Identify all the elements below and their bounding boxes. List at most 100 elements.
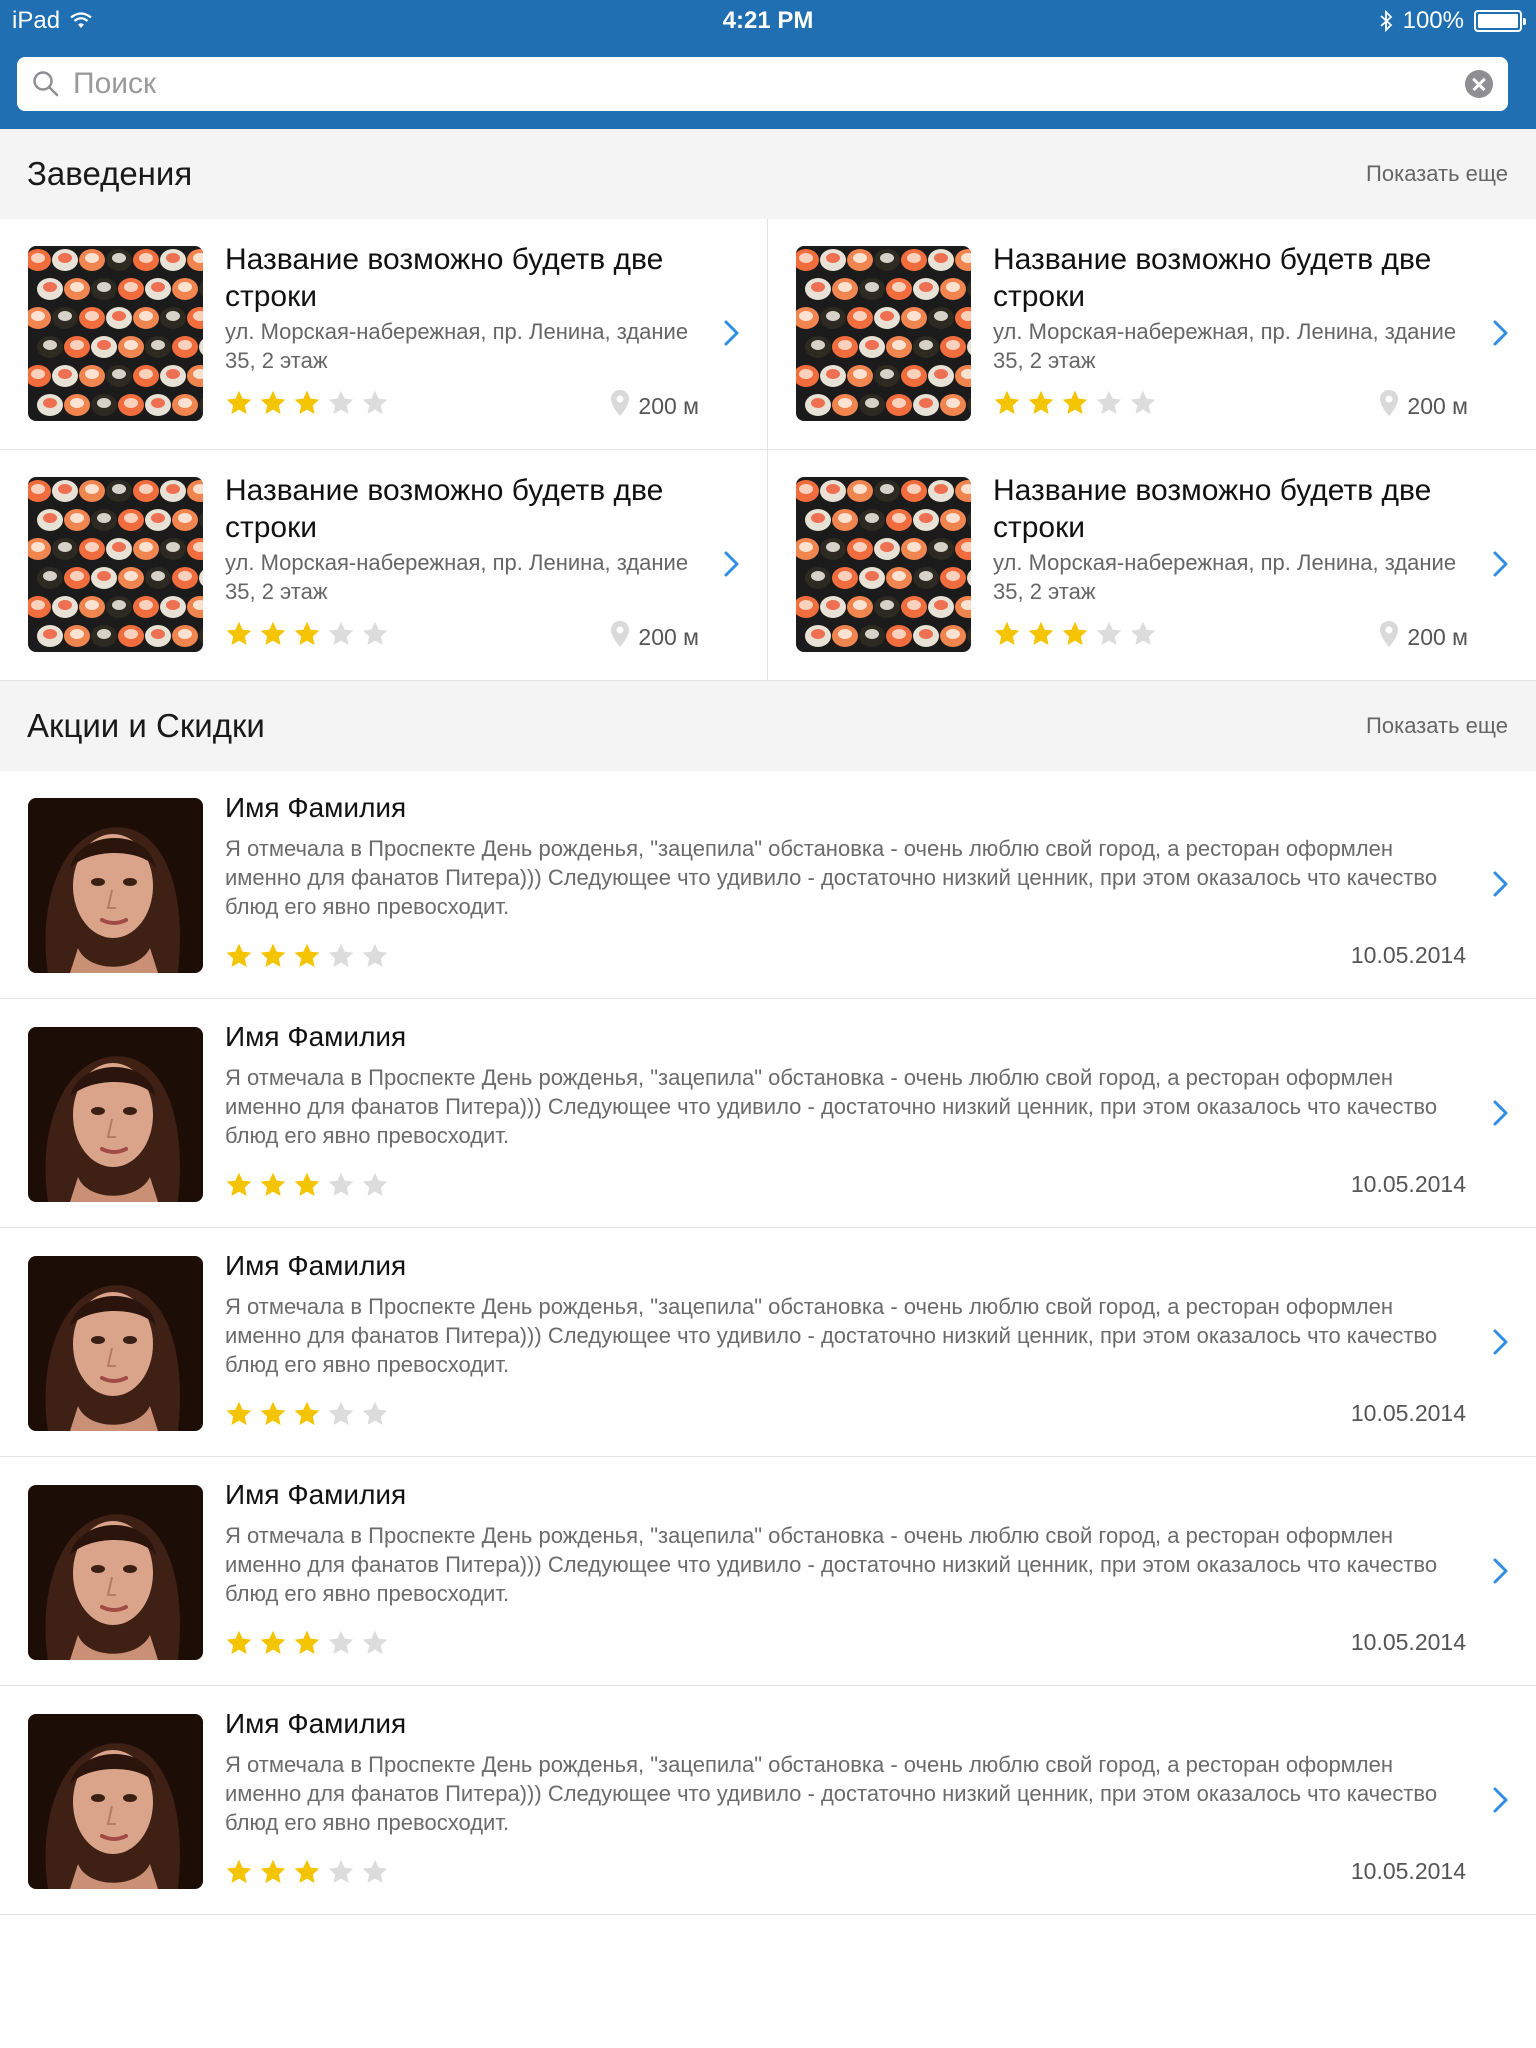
star-icon [294,1630,320,1654]
star-icon [328,1630,354,1654]
star-icon [1130,390,1156,414]
battery-percent: 100% [1402,7,1464,34]
venue-card[interactable]: Название возможно будетв две строки ул. … [768,450,1536,681]
star-icon [294,1401,320,1425]
star-icon [294,943,320,967]
star-icon [260,1630,286,1654]
distance-value: 200 м [1407,392,1468,419]
star-icon [328,943,354,967]
distance-value: 200 м [1407,623,1468,650]
map-pin-icon [1379,389,1399,423]
star-icon [328,390,354,414]
star-icon [294,1172,320,1196]
star-icon [362,1859,388,1883]
show-more-promos-link[interactable]: Показать еще [1366,713,1508,739]
venue-thumbnail [28,477,203,652]
clear-x-icon[interactable] [1465,70,1493,98]
star-icon [294,1859,320,1883]
review-text: Я отмечала в Проспекте День рожденья, "з… [225,1523,1438,1606]
review-item[interactable]: Имя Фамилия Я отмечала в Проспекте День … [0,999,1536,1228]
review-date: 10.05.2014 [1350,1858,1466,1884]
star-icon [328,1401,354,1425]
venue-address: ул. Морская-набережная, пр. Ленина, здан… [993,319,1457,373]
status-time: 4:21 PM [722,7,814,34]
review-rating [225,1171,389,1199]
chevron-right-icon [1492,1786,1510,1819]
show-more-venues-link[interactable]: Показать еще [1366,161,1508,187]
star-icon [362,943,388,967]
review-rating [225,1629,389,1657]
venue-address: ул. Морская-набережная, пр. Ленина, здан… [225,319,689,373]
venue-rating [225,620,389,648]
star-icon [1028,390,1054,414]
chevron-right-icon [723,319,741,352]
distance-value: 200 м [638,623,699,650]
chevron-right-icon [1492,1557,1510,1590]
star-icon [328,621,354,645]
review-text: Я отмечала в Проспекте День рожденья, "з… [225,1065,1438,1148]
promos-section-header: Акции и Скидки Показать еще [0,681,1536,771]
map-pin-icon [610,389,630,423]
star-icon [362,1401,388,1425]
review-author: Имя Фамилия [225,1708,407,1739]
venue-name: Название возможно будетв две строки [993,243,1432,313]
review-date: 10.05.2014 [1350,1629,1466,1655]
chevron-right-icon [1492,1328,1510,1361]
section-title-promos: Акции и Скидки [27,707,265,744]
star-icon [226,390,252,414]
star-icon [226,1630,252,1654]
venue-name: Название возможно будетв две строки [993,474,1432,544]
venue-distance: 200 м [1379,389,1468,423]
venue-distance: 200 м [610,389,699,423]
venue-card[interactable]: Название возможно будетв две строки ул. … [768,219,1536,450]
review-item[interactable]: Имя Фамилия Я отмечала в Проспекте День … [0,1686,1536,1915]
venue-rating [993,620,1157,648]
avatar [28,1027,203,1202]
star-icon [1096,621,1122,645]
review-text: Я отмечала в Проспекте День рожденья, "з… [225,1294,1438,1377]
review-rating [225,1858,389,1886]
star-icon [260,943,286,967]
venue-thumbnail [28,246,203,421]
venue-name: Название возможно будетв две строки [225,243,664,313]
review-rating [225,1400,389,1428]
review-author: Имя Фамилия [225,1250,407,1281]
star-icon [260,1401,286,1425]
venue-card[interactable]: Название возможно будетв две строки ул. … [0,219,768,450]
venue-card[interactable]: Название возможно будетв две строки ул. … [0,450,768,681]
venue-thumbnail [796,246,971,421]
star-icon [294,621,320,645]
star-icon [362,621,388,645]
chevron-right-icon [1492,550,1510,583]
bluetooth-icon [1380,10,1392,32]
star-icon [362,1172,388,1196]
section-title-venues: Заведения [27,155,193,192]
chevron-right-icon [723,550,741,583]
review-item[interactable]: Имя Фамилия Я отмечала в Проспекте День … [0,1457,1536,1686]
chevron-right-icon [1492,1099,1510,1132]
star-icon [226,1401,252,1425]
review-rating [225,942,389,970]
venues-section-header: Заведения Показать еще [0,129,1536,219]
review-text: Я отмечала в Проспекте День рожденья, "з… [225,1752,1438,1835]
star-icon [1096,390,1122,414]
star-icon [362,390,388,414]
review-item[interactable]: Имя Фамилия Я отмечала в Проспекте День … [0,1228,1536,1457]
avatar [28,798,203,973]
search-input[interactable] [73,67,1465,101]
star-icon [226,1172,252,1196]
map-pin-icon [1379,620,1399,654]
venue-address: ул. Морская-набережная, пр. Ленина, здан… [993,550,1457,604]
review-item[interactable]: Имя Фамилия Я отмечала в Проспекте День … [0,770,1536,999]
venue-name: Название возможно будетв две строки [225,474,664,544]
search-bar[interactable] [17,57,1508,111]
avatar [28,1256,203,1431]
star-icon [994,621,1020,645]
venue-distance: 200 м [1379,620,1468,654]
star-icon [362,1630,388,1654]
star-icon [226,1859,252,1883]
status-bar: iPad 4:21 PM 100% [0,0,1536,40]
chevron-right-icon [1492,870,1510,903]
star-icon [260,1859,286,1883]
star-icon [328,1859,354,1883]
